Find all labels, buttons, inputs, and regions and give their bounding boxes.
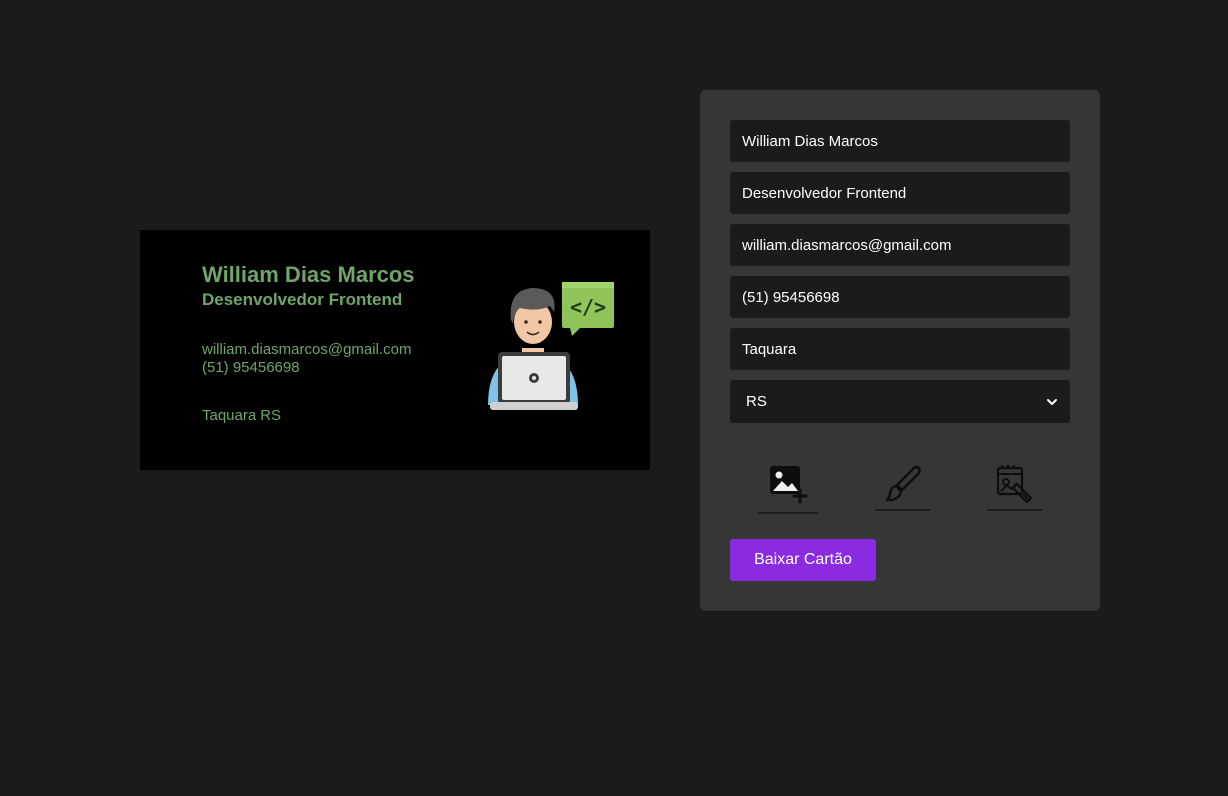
role-input[interactable] [730,172,1070,214]
card-city: Taquara [202,407,257,424]
color-palette-icon [996,465,1032,504]
card-location: Taquara RS [202,407,281,424]
state-select[interactable]: RS [730,380,1070,423]
chevron-down-icon [1047,398,1057,405]
color-palette-button[interactable] [987,462,1042,511]
svg-text:</>: </> [570,295,606,319]
developer-laptop-code-icon: </> [488,282,614,410]
card-name: William Dias Marcos [202,262,415,287]
email-input[interactable] [730,224,1070,266]
city-input[interactable] [730,328,1070,370]
brush-button[interactable] [875,462,930,511]
card-role: Desenvolvedor Frontend [202,290,403,309]
business-card: William Dias Marcos Desenvolvedor Fronte… [140,230,650,470]
card-phone: (51) 95456698 [202,359,300,376]
card-editor-panel: RS Baixar Cartão [700,90,1100,611]
card-email: william.diasmarcos@gmail.com [202,341,412,358]
add-image-button[interactable] [758,462,818,514]
phone-input[interactable] [730,276,1070,318]
card-state: RS [260,407,282,424]
download-card-button[interactable]: Baixar Cartão [730,539,876,581]
state-select-value: RS [746,393,767,410]
name-input[interactable] [730,120,1070,162]
add-image-icon [770,466,808,504]
paint-brush-icon [885,465,921,502]
